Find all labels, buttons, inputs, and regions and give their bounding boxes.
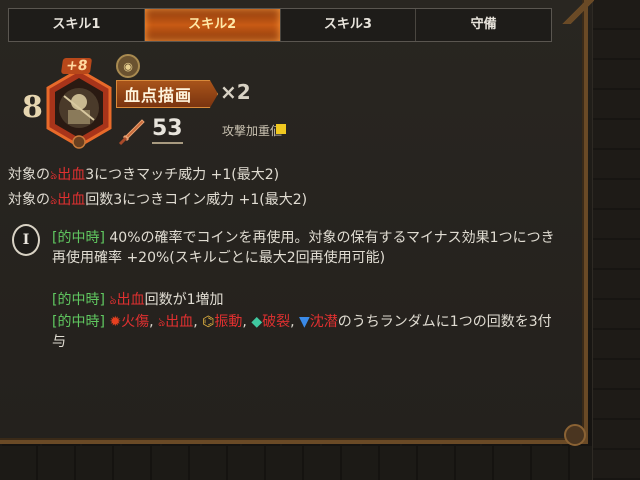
tremor-keyword[interactable]: 振動 xyxy=(214,314,242,330)
skill-power: 53 xyxy=(152,116,183,144)
effect-line-1: 対象のঌ出血3につきマッチ威力 +1(最大2) xyxy=(8,167,280,183)
sword-icon xyxy=(116,116,148,148)
bleed-keyword[interactable]: 出血 xyxy=(57,192,85,208)
frame-bottom-decoration xyxy=(0,446,592,480)
effect-line-2: 対象のঌ出血回数3につきコイン威力 +1(最大2) xyxy=(8,192,308,208)
weight-indicator xyxy=(276,124,286,134)
rupture-keyword[interactable]: 破裂 xyxy=(262,314,290,330)
burn-keyword[interactable]: 火傷 xyxy=(121,314,149,330)
sinking-keyword[interactable]: 沈潜 xyxy=(310,314,338,330)
rupture-icon: ◆ xyxy=(251,314,263,330)
coin-effect-3: [的中時] ✹火傷, ঌ出血, ⌬振動, ◆破裂, ▼沈潜のうちランダムに1つの… xyxy=(52,314,552,350)
tab-defense[interactable]: 守備 xyxy=(416,9,551,41)
tremor-icon: ⌬ xyxy=(202,314,215,330)
weight-label: 攻撃加重値 xyxy=(222,124,283,138)
tab-skill2[interactable]: スキル2 xyxy=(144,9,281,41)
tab-skill3[interactable]: スキル3 xyxy=(281,9,417,41)
coin-effect-2: [的中時] ঌ出血回数が1増加 xyxy=(52,292,224,308)
coin-icon: ◉ xyxy=(116,54,140,78)
burn-icon: ✹ xyxy=(109,314,122,330)
coin-index-badge: I xyxy=(12,224,40,256)
bleed-keyword[interactable]: 出血 xyxy=(165,314,193,330)
sinking-icon: ▼ xyxy=(299,314,310,330)
tab-skill1[interactable]: スキル1 xyxy=(9,9,145,41)
bleed-keyword[interactable]: 出血 xyxy=(57,167,85,183)
skill-tabs: スキル1 スキル2 スキル3 守備 xyxy=(8,8,552,42)
bleed-keyword[interactable]: 出血 xyxy=(117,292,145,308)
skill-plus-badge: +8 xyxy=(60,58,93,74)
skill-name: 血点描画 xyxy=(124,86,193,105)
bolt-icon xyxy=(564,424,586,446)
coin-effect-1: [的中時] 40%の確率でコインを再使用。対象の保有するマイナス効果1つにつき再… xyxy=(52,230,555,266)
frame-corner-decoration xyxy=(560,0,594,24)
bleed-icon: ঌ xyxy=(109,293,117,307)
frame-right-decoration xyxy=(592,0,640,480)
coin-multiplier: ×2 xyxy=(220,80,251,104)
